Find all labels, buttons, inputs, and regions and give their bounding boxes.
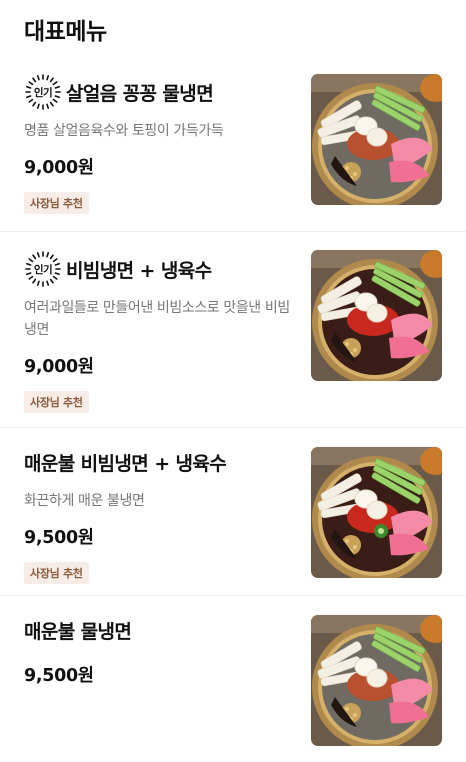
menu-item[interactable]: 매운불 물냉면 9,500원 [0,596,466,762]
menu-item-photo[interactable] [311,447,442,578]
menu-item[interactable]: 매운불 비빔냉면 + 냉육수 화끈하게 매운 불냉면 9,500원 사장님 추천 [0,428,466,596]
menu-page: 대표메뉴 인기 살얼음 꽁꽁 물냉면 명품 살얼음육수와 토핑이 가득가득 9,… [0,0,466,762]
owner-recommend-badge: 사장님 추천 [24,192,89,214]
menu-item-description: 화끈하게 매운 불냉면 [24,493,145,509]
menu-item-photo[interactable] [311,615,442,746]
menu-item-text: 매운불 물냉면 9,500원 [24,596,294,687]
menu-item-description: 명품 살얼음육수와 토핑이 가득가득 [24,123,224,139]
menu-item[interactable]: 인기 비빔냉면 + 냉육수 여러과일들로 만들어낸 비빔소스로 맛을낸 비빔냉면… [0,232,466,428]
menu-item[interactable]: 인기 살얼음 꽁꽁 물냉면 명품 살얼음육수와 토핑이 가득가득 9,000원 … [0,62,466,232]
menu-item-name: 비빔냉면 + 냉육수 [66,259,212,282]
menu-item-price: 9,500원 [24,666,94,686]
owner-recommend-badge: 사장님 추천 [24,562,89,584]
menu-item-text: 매운불 비빔냉면 + 냉육수 화끈하게 매운 불냉면 9,500원 사장님 추천 [24,428,294,584]
section-title: 대표메뉴 [24,19,107,45]
menu-item-photo[interactable] [311,250,442,381]
menu-item-name: 매운불 물냉면 [24,620,132,643]
menu-item-price: 9,500원 [24,528,94,548]
popular-badge-icon: 인기 [24,73,62,111]
menu-item-name: 매운불 비빔냉면 + 냉육수 [24,452,227,475]
menu-item-name: 살얼음 꽁꽁 물냉면 [66,82,214,105]
owner-recommend-badge: 사장님 추천 [24,391,89,413]
popular-badge-icon: 인기 [24,250,62,288]
menu-item-description: 여러과일들로 만들어낸 비빔소스로 맛을낸 비빔냉면 [24,300,290,338]
menu-item-price: 9,000원 [24,357,94,377]
menu-item-price: 9,000원 [24,158,94,178]
menu-item-text: 인기 비빔냉면 + 냉육수 여러과일들로 만들어낸 비빔소스로 맛을낸 비빔냉면… [24,232,294,413]
menu-item-photo[interactable] [311,74,442,205]
menu-item-text: 인기 살얼음 꽁꽁 물냉면 명품 살얼음육수와 토핑이 가득가득 9,000원 … [24,62,294,214]
